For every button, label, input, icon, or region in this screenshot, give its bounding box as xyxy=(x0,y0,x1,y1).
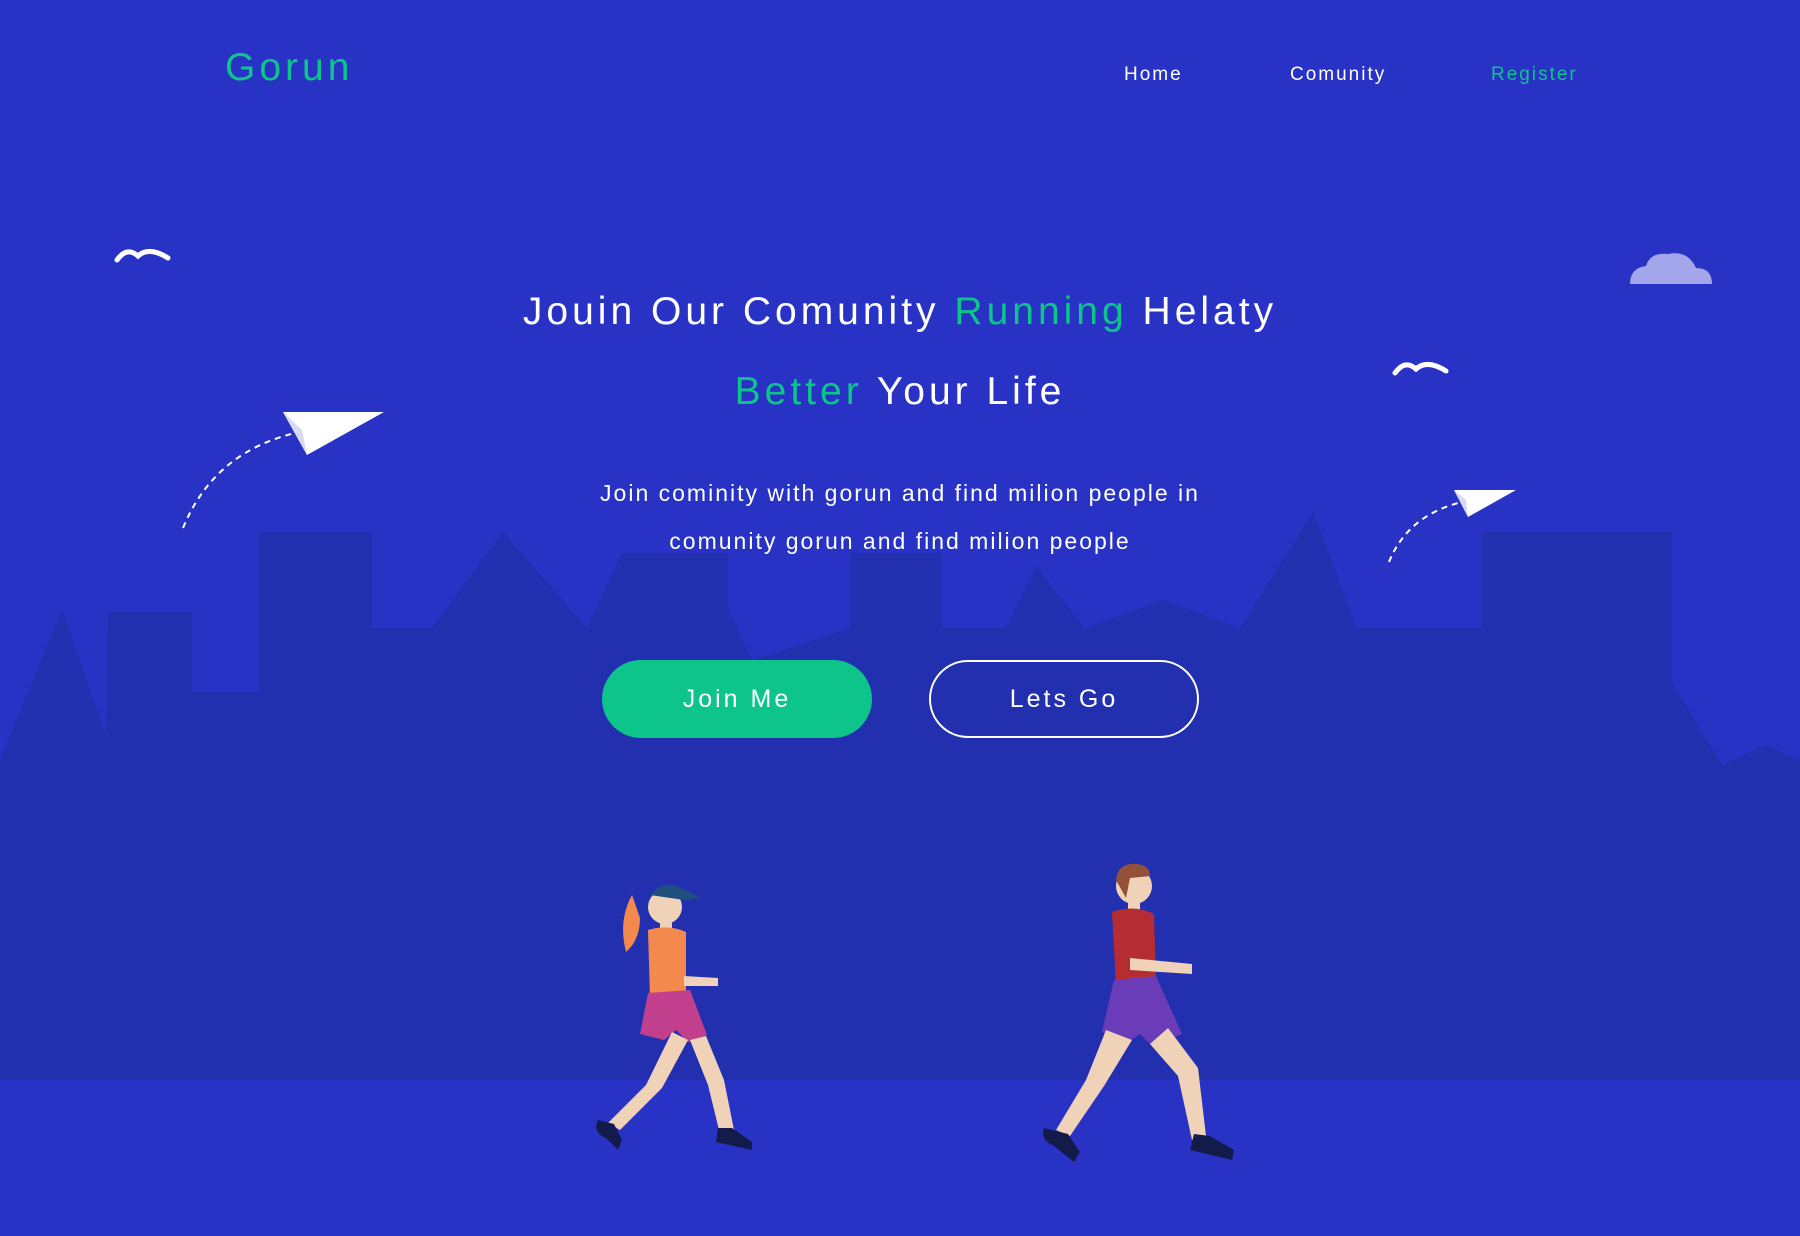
nav-item-home[interactable]: Home xyxy=(1124,64,1183,86)
nav-item-register[interactable]: Register xyxy=(1491,64,1578,86)
hero-title-part: Your Life xyxy=(862,370,1066,413)
background-illustration xyxy=(0,249,1800,1236)
join-me-button[interactable]: Join Me xyxy=(602,660,872,738)
main-nav: Home Comunity Register xyxy=(0,64,1800,88)
nav-item-comunity[interactable]: Comunity xyxy=(1290,64,1386,86)
hero-title: Jouin Our Comunity Running Helaty Better… xyxy=(300,272,1500,432)
ground xyxy=(0,1080,1800,1236)
hero-subtitle-line: comunity gorun and find milion people xyxy=(669,528,1131,554)
bird-icon xyxy=(114,249,171,263)
hero-title-accent: Running xyxy=(954,290,1128,333)
hero-title-part: Jouin Our Comunity xyxy=(522,290,955,333)
hero-subtitle-line: Join cominity with gorun and find milion… xyxy=(600,480,1200,506)
hero-title-accent: Better xyxy=(734,370,863,413)
hero-title-part: Helaty xyxy=(1127,290,1278,333)
cloud-icon xyxy=(1630,253,1712,284)
hero-subtitle: Join cominity with gorun and find milion… xyxy=(400,469,1400,565)
lets-go-button[interactable]: Lets Go xyxy=(929,660,1199,738)
city-skyline xyxy=(0,512,1800,1080)
